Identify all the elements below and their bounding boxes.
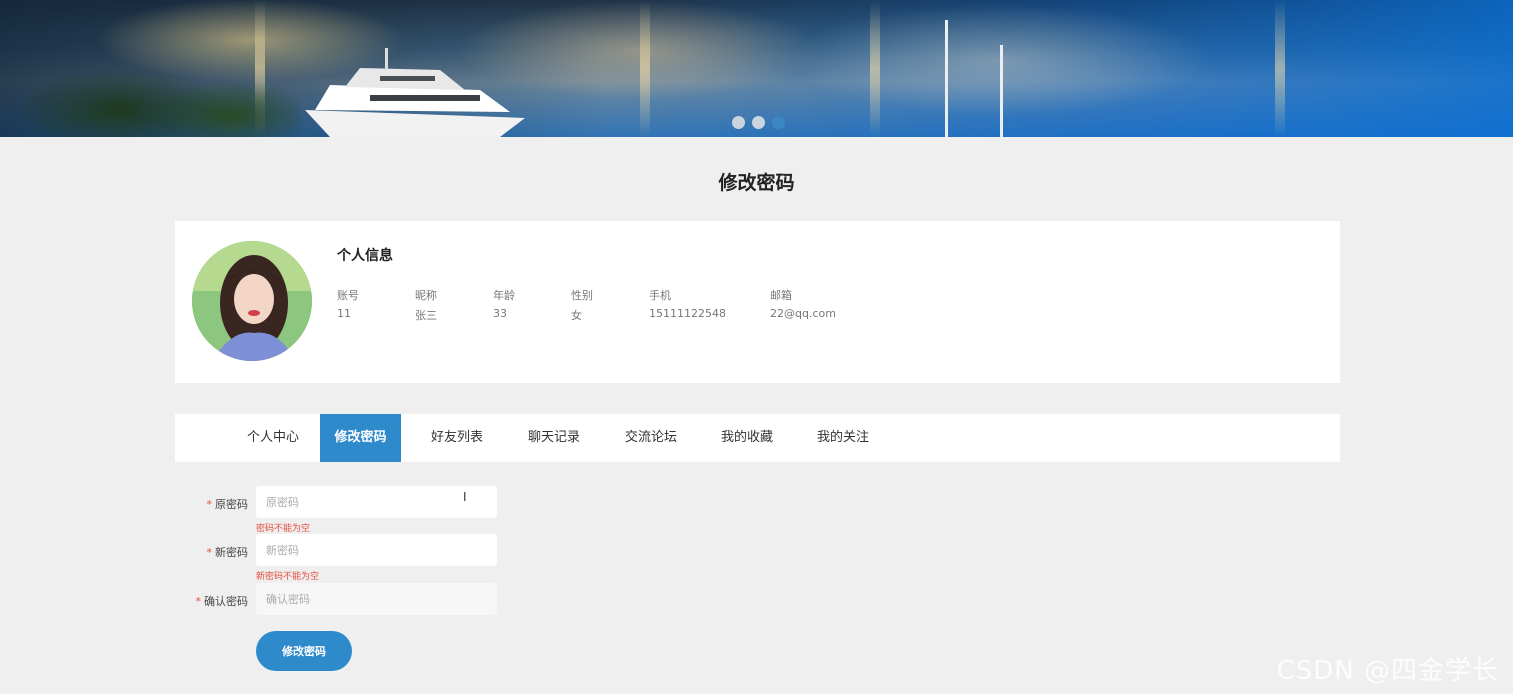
tab-forum[interactable]: 交流论坛 [611, 414, 691, 462]
confirm-password-input[interactable] [256, 583, 497, 615]
field-label: 昵称 [415, 289, 437, 302]
profile-field-gender: 性别 女 [571, 287, 593, 323]
confirm-password-label: * 确认密码 [195, 595, 249, 608]
field-value: 33 [493, 307, 507, 320]
carousel-dot-active[interactable] [772, 116, 785, 129]
light-reflection [640, 0, 650, 137]
profile-card: 个人信息 账号 11 昵称 张三 年龄 33 性别 女 手机 151111225… [175, 221, 1340, 383]
profile-heading: 个人信息 [337, 248, 393, 264]
avatar [192, 241, 312, 361]
field-label: 性别 [571, 289, 593, 302]
tab-change-password[interactable]: 修改密码 [320, 414, 401, 462]
old-password-input[interactable] [256, 486, 497, 518]
tab-chat-history[interactable]: 聊天记录 [514, 414, 594, 462]
light-reflection [870, 0, 880, 137]
carousel-dot[interactable] [732, 116, 745, 129]
field-value: 女 [571, 309, 582, 322]
profile-field-phone: 手机 15111122548 [649, 287, 726, 320]
sailboat-mast [1000, 45, 1003, 137]
field-label: 年龄 [493, 289, 515, 302]
profile-field-email: 邮箱 22@qq.com [770, 287, 836, 320]
new-password-error: 新密码不能为空 [256, 572, 320, 582]
profile-field-nickname: 昵称 张三 [415, 287, 437, 323]
field-label: 账号 [337, 289, 359, 302]
required-mark: * [206, 546, 213, 559]
watermark: CSDN @四金学长 [1276, 656, 1499, 686]
profile-field-age: 年龄 33 [493, 287, 515, 320]
page-title: 修改密码 [718, 172, 795, 194]
field-value: 11 [337, 307, 351, 320]
change-password-button[interactable]: 修改密码 [256, 631, 352, 671]
carousel-dots [732, 116, 785, 129]
field-label: 手机 [649, 289, 671, 302]
tab-friends-list[interactable]: 好友列表 [417, 414, 497, 462]
avatar-image [192, 241, 312, 361]
old-password-label: * 原密码 [206, 498, 249, 511]
new-password-input[interactable] [256, 534, 497, 566]
tab-my-follows[interactable]: 我的关注 [803, 414, 883, 462]
user-center-tabs: 个人中心 修改密码 好友列表 聊天记录 交流论坛 我的收藏 我的关注 [175, 414, 1340, 462]
field-value: 张三 [415, 309, 437, 322]
field-value: 22@qq.com [770, 307, 836, 320]
required-mark: * [206, 498, 213, 511]
tab-my-favorites[interactable]: 我的收藏 [707, 414, 787, 462]
banner-carousel [0, 0, 1513, 137]
field-value: 15111122548 [649, 307, 726, 320]
required-mark: * [195, 595, 202, 608]
old-password-error: 密码不能为空 [256, 524, 311, 534]
palm-trees [0, 30, 300, 137]
field-label: 邮箱 [770, 289, 792, 302]
light-reflection [1275, 0, 1285, 137]
carousel-dot[interactable] [752, 116, 765, 129]
profile-field-account: 账号 11 [337, 287, 359, 320]
sailboat-mast [945, 20, 948, 137]
new-password-label: * 新密码 [206, 546, 249, 559]
tab-personal-center[interactable]: 个人中心 [233, 414, 313, 462]
yacht-illustration [305, 48, 525, 137]
text-cursor-icon: I [463, 490, 467, 504]
